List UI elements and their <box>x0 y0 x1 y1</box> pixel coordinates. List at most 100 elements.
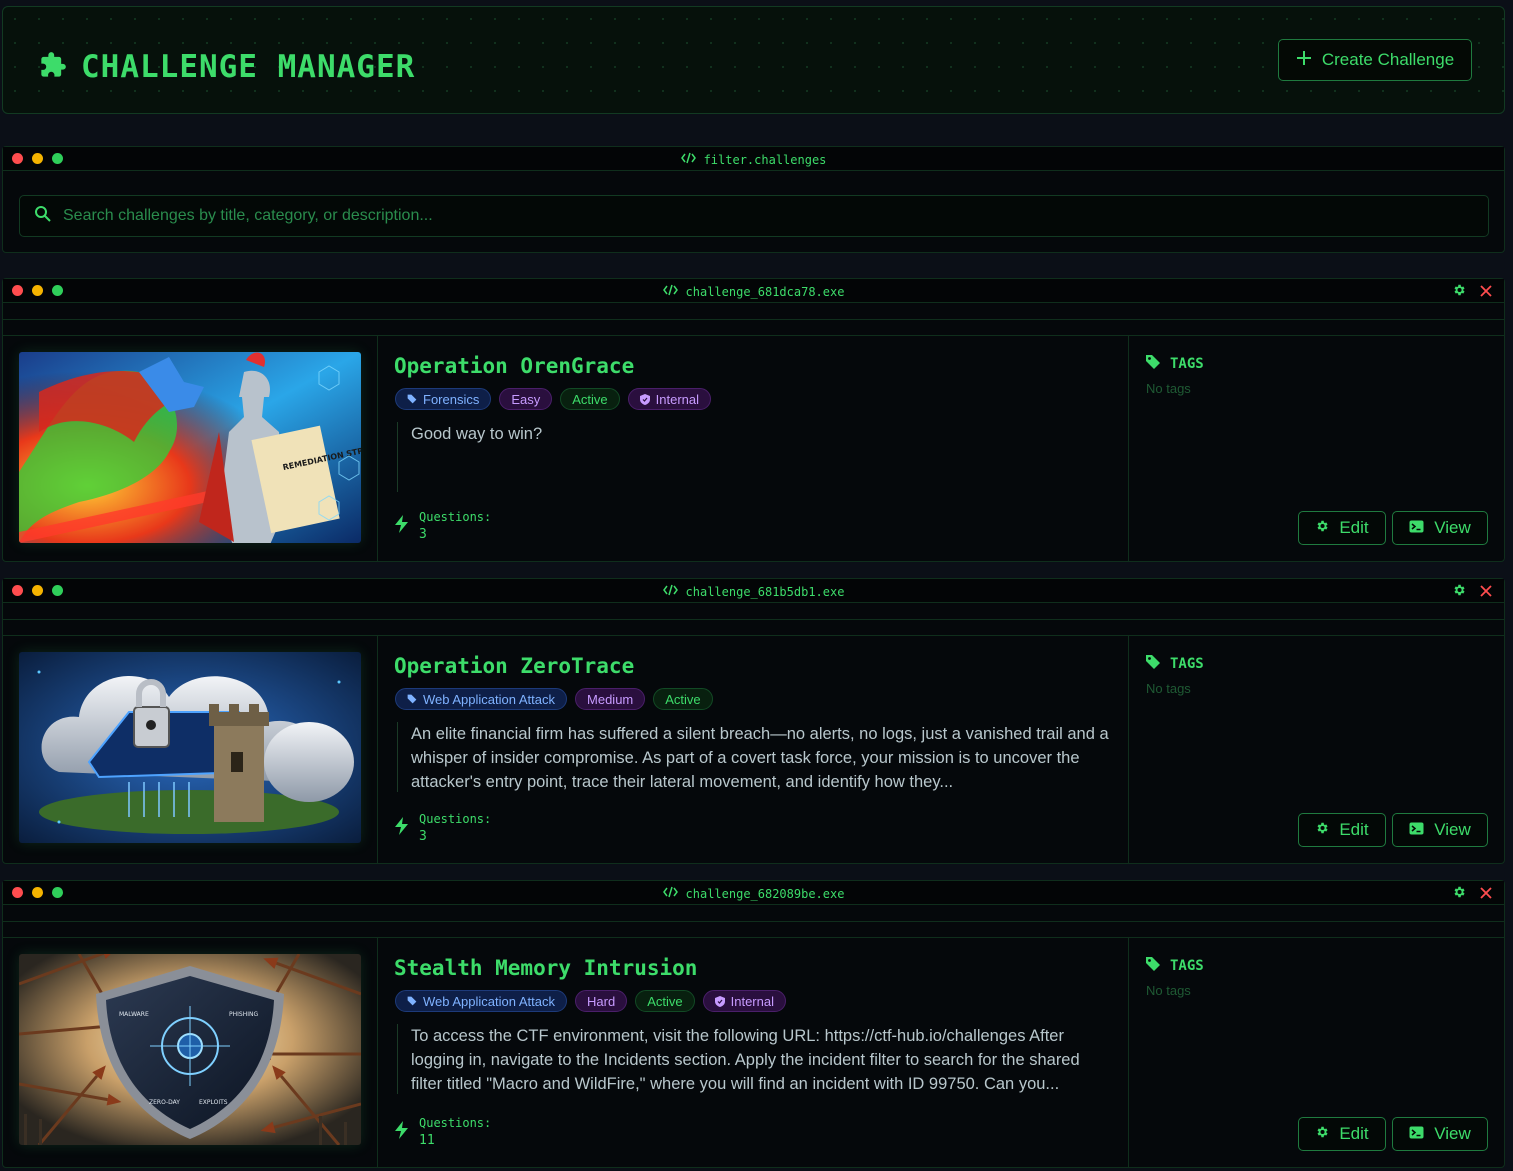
no-tags-text: No tags <box>1146 381 1191 396</box>
tag-icon <box>407 996 417 1006</box>
window-title: challenge_681b5db1.exe <box>685 584 845 599</box>
badge-row: Forensics Easy Active Internal <box>395 388 712 410</box>
card-strip <box>3 620 1504 636</box>
challenge-thumbnail[interactable]: MALWARE PHISHING ZERO-DAY EXPLOITS <box>19 954 361 1145</box>
difficulty-badge: Hard <box>575 990 628 1012</box>
shield-icon <box>639 393 650 405</box>
tag-icon <box>1145 956 1161 975</box>
view-button[interactable]: View <box>1392 1117 1488 1151</box>
challenge-description: To access the CTF environment, visit the… <box>397 1024 1112 1094</box>
filter-window: filter.challenges <box>2 146 1505 253</box>
tags-column: TAGS No tags Edit View <box>1128 336 1504 561</box>
edit-button[interactable]: Edit <box>1298 813 1386 847</box>
window-titlebar: challenge_681dca78.exe <box>3 279 1504 303</box>
questions-label: Questions: <box>419 1116 492 1130</box>
view-label: View <box>1434 1124 1471 1143</box>
questions-count: Questions: 3 <box>395 811 491 845</box>
view-button[interactable]: View <box>1392 813 1488 847</box>
bolt-icon <box>395 514 409 538</box>
edit-label: Edit <box>1339 1124 1369 1143</box>
category-badge: Web Application Attack <box>395 688 568 710</box>
status-badge: Active <box>653 688 713 710</box>
page-header: CHALLENGE MANAGER Create Challenge <box>2 6 1505 114</box>
code-icon <box>662 886 678 901</box>
details-column: Operation OrenGrace Forensics Easy Active I… <box>379 336 1127 561</box>
view-button[interactable]: View <box>1392 511 1488 545</box>
tags-column: TAGS No tags Edit View <box>1128 636 1504 863</box>
no-tags-text: No tags <box>1146 983 1191 998</box>
card-strip <box>3 320 1504 336</box>
code-icon <box>662 284 678 299</box>
gear-icon[interactable] <box>1452 283 1466 302</box>
edit-button[interactable]: Edit <box>1298 1117 1386 1151</box>
bolt-icon <box>395 1120 409 1144</box>
plus-icon <box>1296 50 1312 71</box>
challenge-card: challenge_681b5db1.exe Operation ZeroTra… <box>2 578 1505 864</box>
challenge-thumbnail[interactable]: REMEDIATION STRATEGY <box>19 352 361 543</box>
close-icon[interactable] <box>1480 284 1492 302</box>
window-title: challenge_681dca78.exe <box>685 284 845 299</box>
details-column: Operation ZeroTrace Web Application Atta… <box>379 636 1127 863</box>
status-badge: Active <box>635 990 695 1012</box>
challenge-card: challenge_682089be.exe MALWARE PHISHING … <box>2 880 1505 1168</box>
questions-count: Questions: 3 <box>395 509 491 543</box>
questions-count: Questions: 11 <box>395 1115 491 1149</box>
search-input[interactable] <box>63 207 1488 225</box>
window-titlebar: challenge_682089be.exe <box>3 881 1504 905</box>
tags-label: TAGS <box>1170 655 1204 672</box>
difficulty-badge: Medium <box>575 688 646 710</box>
visibility-badge: Internal <box>627 388 712 410</box>
window-title: challenge_682089be.exe <box>685 886 845 901</box>
bolt-icon <box>395 816 409 840</box>
code-icon <box>680 152 696 167</box>
challenge-title[interactable]: Operation ZeroTrace <box>394 654 634 678</box>
shield-icon <box>714 995 725 1007</box>
terminal-icon <box>1409 518 1424 538</box>
challenge-description: An elite financial firm has suffered a s… <box>397 722 1112 792</box>
page-title: CHALLENGE MANAGER <box>39 43 415 91</box>
edit-label: Edit <box>1339 518 1369 537</box>
edit-label: Edit <box>1339 820 1369 839</box>
category-badge: Forensics <box>395 388 492 410</box>
card-body: Operation ZeroTrace Web Application Atta… <box>3 619 1504 863</box>
window-titlebar: filter.challenges <box>3 147 1504 171</box>
difficulty-badge: Easy <box>499 388 553 410</box>
gear-icon[interactable] <box>1452 885 1466 904</box>
questions-value: 3 <box>419 829 427 844</box>
create-challenge-button[interactable]: Create Challenge <box>1278 39 1472 81</box>
questions-value: 11 <box>419 1133 435 1148</box>
card-body: MALWARE PHISHING ZERO-DAY EXPLOITS Steal… <box>3 921 1504 1167</box>
tag-icon <box>1145 654 1161 673</box>
challenge-title[interactable]: Stealth Memory Intrusion <box>394 956 697 980</box>
category-badge: Web Application Attack <box>395 990 568 1012</box>
visibility-badge: Internal <box>702 990 786 1012</box>
edit-button[interactable]: Edit <box>1298 511 1386 545</box>
close-icon[interactable] <box>1480 886 1492 904</box>
search-icon <box>34 205 51 227</box>
gear-icon <box>1315 1124 1329 1144</box>
puzzle-icon <box>39 51 67 84</box>
close-icon[interactable] <box>1480 584 1492 602</box>
thumbnail-column <box>3 636 378 863</box>
tag-icon <box>1145 354 1161 373</box>
questions-value: 3 <box>419 527 427 542</box>
card-strip <box>3 922 1504 938</box>
view-label: View <box>1434 820 1471 839</box>
gear-icon[interactable] <box>1452 583 1466 602</box>
tag-icon <box>407 394 417 404</box>
questions-label: Questions: <box>419 510 492 524</box>
create-challenge-label: Create Challenge <box>1321 50 1455 69</box>
page-title-text: CHALLENGE MANAGER <box>81 49 416 85</box>
status-badge: Active <box>560 388 620 410</box>
gear-icon <box>1315 820 1329 840</box>
badge-row: Web Application Attack Medium Active <box>395 688 713 710</box>
thumbnail-column: REMEDIATION STRATEGY <box>3 336 378 561</box>
search-box <box>19 195 1489 237</box>
terminal-icon <box>1409 1124 1424 1144</box>
challenge-title[interactable]: Operation OrenGrace <box>394 354 634 378</box>
tags-label: TAGS <box>1170 957 1204 974</box>
window-title: filter.challenges <box>703 152 827 167</box>
challenge-thumbnail[interactable] <box>19 652 361 843</box>
view-label: View <box>1434 518 1471 537</box>
window-titlebar: challenge_681b5db1.exe <box>3 579 1504 603</box>
